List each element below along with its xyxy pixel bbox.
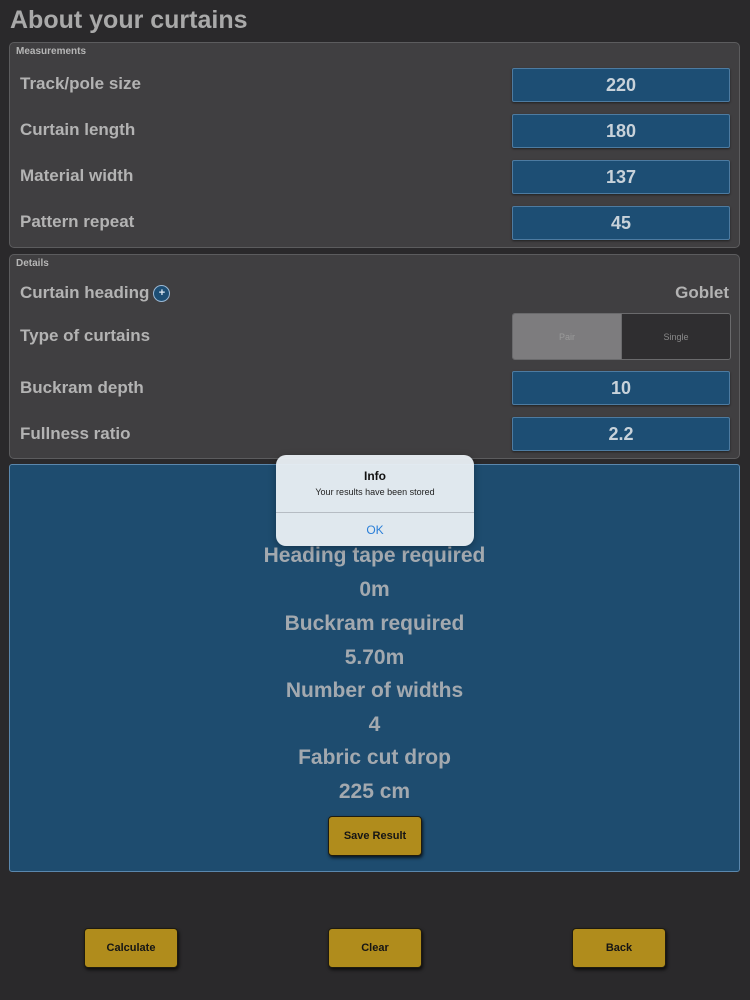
alert-message: Your results have been stored bbox=[315, 487, 435, 497]
buckram-depth-label: Buckram depth bbox=[20, 378, 144, 397]
buckram-required-value: 5.70m bbox=[344, 646, 405, 669]
clear-button[interactable]: Clear bbox=[328, 928, 422, 968]
material-width-input[interactable]: 137 bbox=[512, 160, 730, 194]
segment-single[interactable]: Single bbox=[621, 314, 730, 359]
curtain-length-label: Curtain length bbox=[20, 120, 136, 139]
fullness-ratio-input[interactable]: 2.2 bbox=[512, 417, 730, 451]
heading-tape-value: 0m bbox=[359, 578, 390, 601]
measurements-panel: Measurements Track/pole size 220 Curtain… bbox=[9, 42, 740, 248]
page-title: About your curtains bbox=[10, 6, 248, 34]
details-caption: Details bbox=[16, 258, 49, 269]
track-pole-size-label: Track/pole size bbox=[20, 74, 141, 93]
curtain-heading-label: Curtain heading bbox=[20, 283, 150, 302]
heading-tape-label: Heading tape required bbox=[263, 544, 486, 567]
fullness-ratio-label: Fullness ratio bbox=[20, 424, 131, 443]
info-alert-dialog: Info Your results have been stored OK bbox=[276, 455, 474, 546]
measurements-caption: Measurements bbox=[16, 46, 87, 57]
buckram-depth-input[interactable]: 10 bbox=[512, 371, 730, 405]
save-result-button[interactable]: Save Result bbox=[328, 816, 422, 856]
curtain-type-segmented-control: Pair Single bbox=[512, 313, 731, 360]
track-pole-size-input[interactable]: 220 bbox=[512, 68, 730, 102]
number-of-widths-label: Number of widths bbox=[285, 679, 464, 702]
pattern-repeat-input[interactable]: 45 bbox=[512, 206, 730, 240]
alert-title: Info bbox=[364, 469, 386, 483]
page: About your curtains Measurements Track/p… bbox=[0, 0, 750, 1000]
back-button[interactable]: Back bbox=[572, 928, 666, 968]
fabric-cut-drop-value: 225 cm bbox=[338, 780, 411, 803]
curtain-heading-row: Curtain heading + bbox=[20, 283, 171, 303]
number-of-widths-value: 4 bbox=[368, 713, 381, 736]
pattern-repeat-label: Pattern repeat bbox=[20, 212, 135, 231]
material-width-label: Material width bbox=[20, 166, 134, 185]
curtain-length-input[interactable]: 180 bbox=[512, 114, 730, 148]
alert-ok-button[interactable]: OK bbox=[276, 513, 474, 546]
type-of-curtains-label: Type of curtains bbox=[20, 326, 151, 345]
curtain-heading-value[interactable]: Goblet bbox=[675, 283, 729, 303]
buckram-required-label: Buckram required bbox=[284, 612, 465, 635]
fabric-cut-drop-label: Fabric cut drop bbox=[298, 746, 451, 769]
plus-info-icon[interactable]: + bbox=[153, 285, 171, 302]
details-panel: Details Curtain heading + Goblet Type of … bbox=[9, 254, 740, 459]
calculate-button[interactable]: Calculate bbox=[84, 928, 178, 968]
segment-pair[interactable]: Pair bbox=[513, 314, 621, 359]
